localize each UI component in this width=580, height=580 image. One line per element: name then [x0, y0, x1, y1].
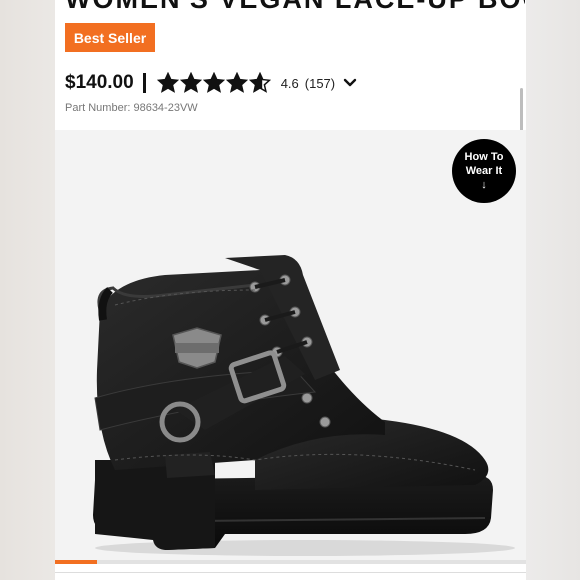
- product-title: WOMEN'S VEGAN LACE-UP BOOT: [65, 0, 525, 10]
- price-rating-row: $140.00 4.6 (157): [65, 68, 365, 98]
- right-backdrop: [526, 0, 580, 580]
- price-divider: [142, 73, 146, 93]
- how-to-wear-button[interactable]: How To Wear It ↓: [452, 139, 516, 203]
- part-number: Part Number: 98634-23VW: [65, 102, 198, 114]
- rating-stars[interactable]: [156, 72, 271, 94]
- product-image[interactable]: [55, 130, 526, 562]
- best-seller-badge: Best Seller: [65, 23, 155, 52]
- star-icon: [248, 72, 271, 93]
- how-to-label: How To: [464, 151, 504, 163]
- star-icon: [202, 72, 225, 93]
- product-price: $140.00: [65, 72, 134, 93]
- star-icon: [179, 72, 202, 93]
- wear-it-label: Wear It: [465, 165, 503, 177]
- star-icon: [225, 72, 248, 93]
- boot-image: [93, 255, 515, 556]
- star-icon: [156, 72, 179, 93]
- bottom-divider: [55, 572, 526, 573]
- review-count[interactable]: (157): [305, 76, 335, 91]
- rating-value[interactable]: 4.6: [281, 76, 299, 91]
- left-backdrop: [0, 0, 55, 580]
- arrow-down-icon: ↓: [481, 179, 487, 191]
- chevron-down-icon[interactable]: [343, 78, 357, 88]
